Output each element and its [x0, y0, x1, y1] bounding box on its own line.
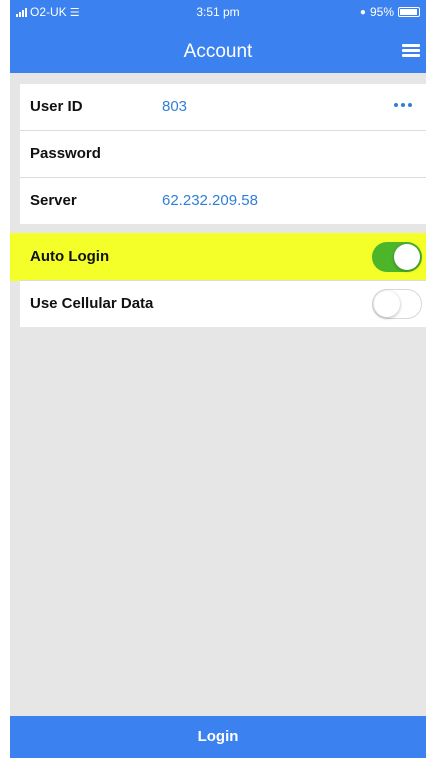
password-row[interactable]: Password: [20, 131, 426, 178]
auto-login-label: Auto Login: [30, 248, 110, 265]
more-options-icon[interactable]: [394, 103, 412, 107]
user-id-value: 803: [162, 98, 188, 115]
toggle-knob: [394, 244, 420, 270]
status-bar: O2-UK ☰ 3:51 pm ● 95%: [10, 0, 426, 24]
header-bar: O2-UK ☰ 3:51 pm ● 95% Account: [10, 0, 426, 73]
hamburger-menu-icon[interactable]: [402, 44, 420, 58]
login-button[interactable]: Login: [10, 716, 426, 758]
options-group: Auto Login Use Cellular Data: [20, 234, 426, 327]
toggle-knob: [374, 291, 400, 317]
page-title: Account: [183, 41, 253, 62]
auto-login-row: Auto Login: [20, 234, 426, 281]
battery-percent: 95%: [369, 5, 394, 19]
user-id-label: User ID: [30, 98, 83, 115]
user-id-row[interactable]: User ID 803: [20, 84, 426, 131]
server-value: 62.232.209.58: [162, 192, 258, 209]
status-right: ● 95%: [360, 5, 420, 19]
server-row[interactable]: Server 62.232.209.58: [20, 178, 426, 224]
account-settings-group: User ID 803 Password Server 62.232.209.5…: [20, 84, 426, 224]
cellular-data-toggle[interactable]: [372, 289, 422, 319]
app-screen: O2-UK ☰ 3:51 pm ● 95% Account User ID 80…: [10, 0, 426, 758]
cellular-data-label: Use Cellular Data: [30, 295, 154, 312]
cellular-data-row: Use Cellular Data: [20, 281, 426, 327]
password-label: Password: [30, 145, 101, 162]
server-label: Server: [30, 192, 77, 209]
battery-icon: [398, 7, 420, 17]
alarm-icon: ●: [359, 6, 366, 18]
auto-login-toggle[interactable]: [372, 242, 422, 272]
